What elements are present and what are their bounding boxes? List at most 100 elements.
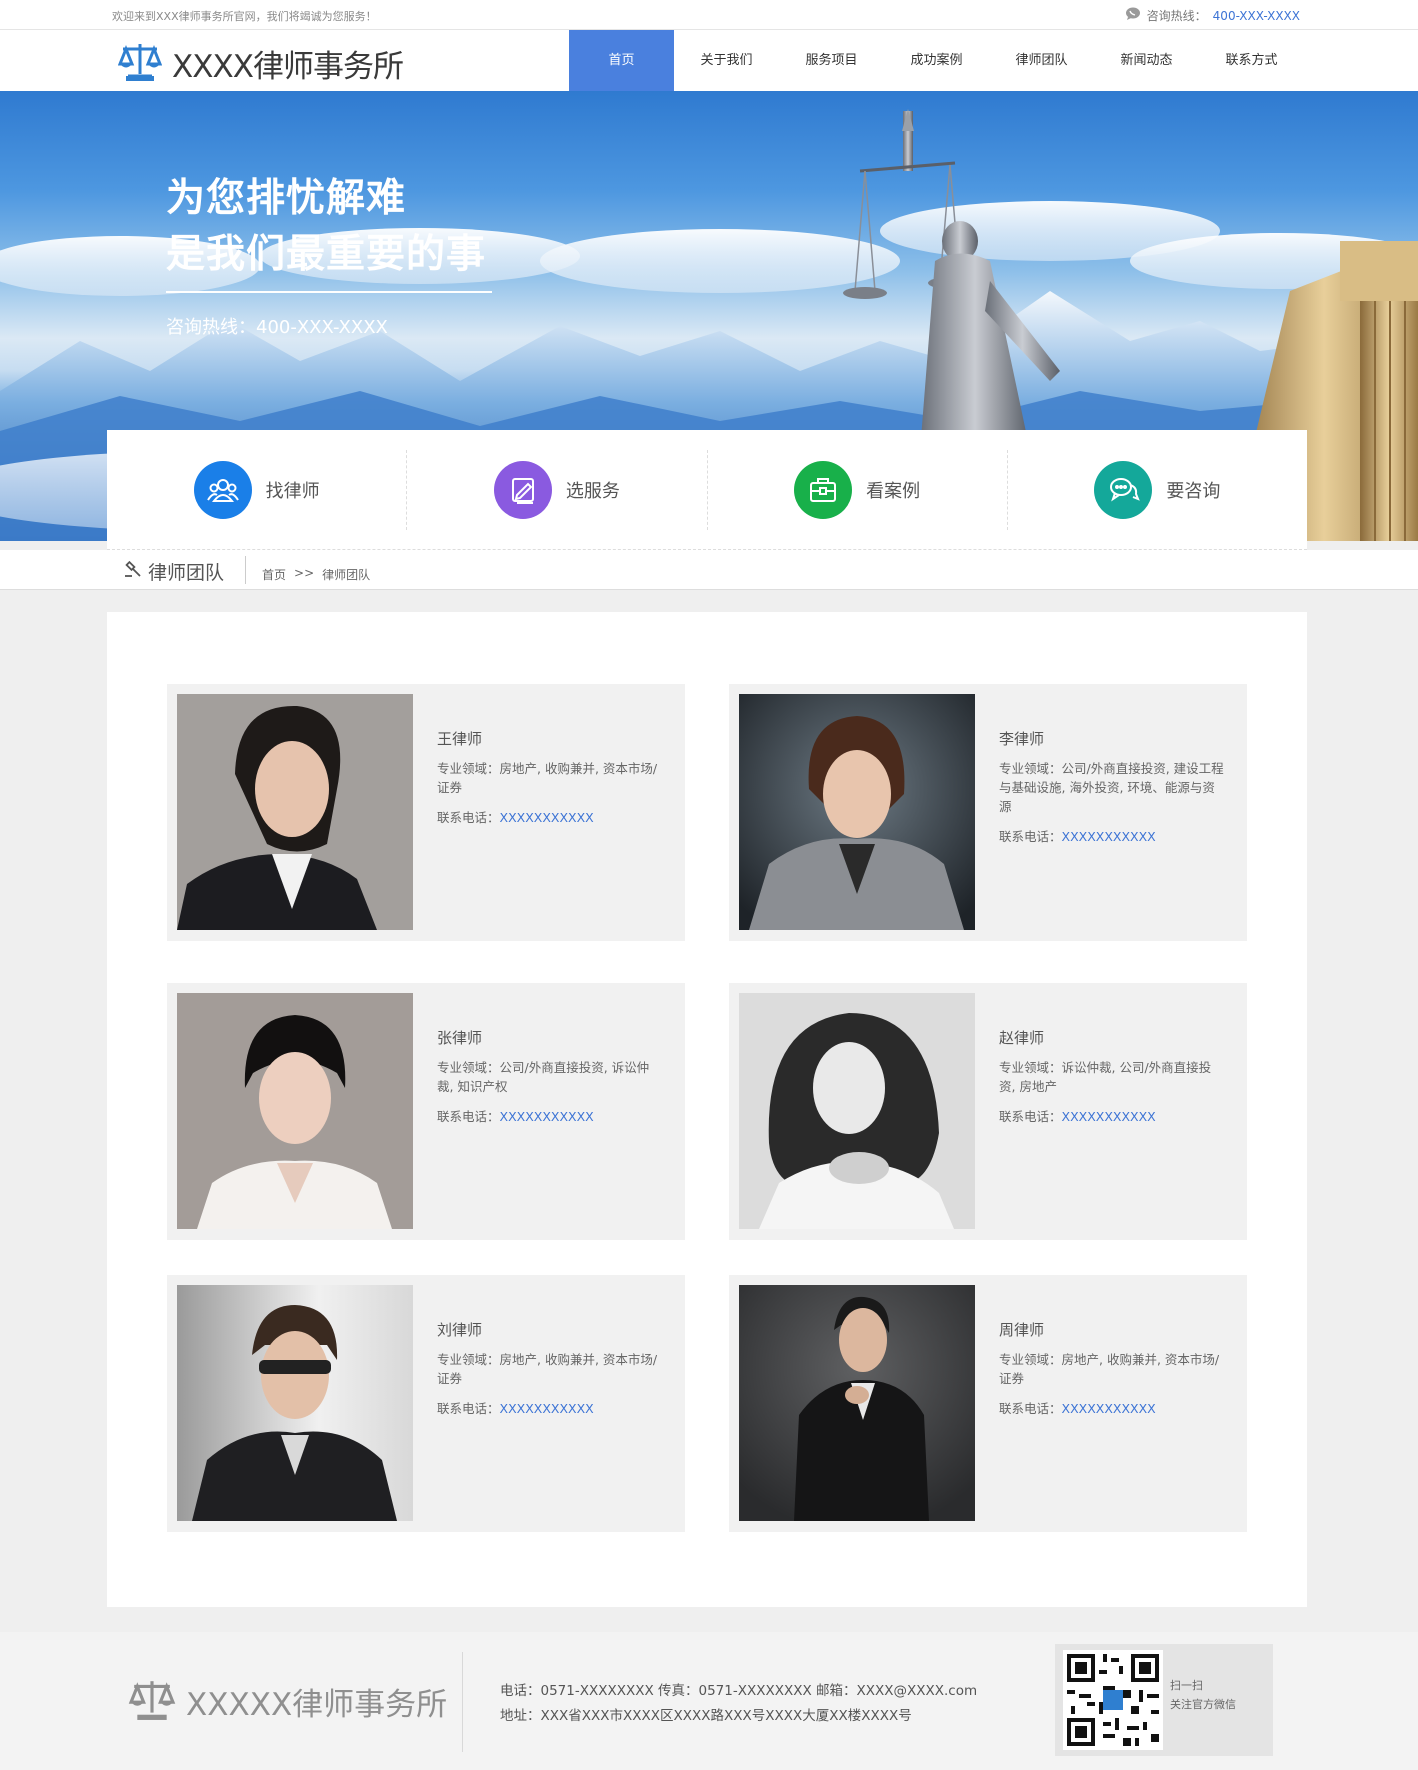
lawyer-info: 王律师 专业领域：房地产, 收购兼并, 资本市场/证券 联系电话：XXXXXXX… xyxy=(437,728,665,826)
header: XXXX律师事务所 首页 关于我们 服务项目 成功案例 律师团队 新闻动态 联系… xyxy=(0,30,1418,91)
nav-about[interactable]: 关于我们 xyxy=(674,30,779,91)
scales-icon xyxy=(117,40,163,86)
footer-divider xyxy=(462,1652,463,1752)
logo-text: XXXX律师事务所 xyxy=(172,48,404,85)
users-icon xyxy=(193,460,252,519)
quick-choose-service[interactable]: 选服务 xyxy=(407,449,708,530)
lawyer-name: 赵律师 xyxy=(999,1029,1045,1047)
quick-consult[interactable]: 要咨询 xyxy=(1008,450,1307,530)
footer-contact: 电话：0571-XXXXXXXX 传真：0571-XXXXXXXX 邮箱：XXX… xyxy=(500,1679,977,1729)
footer-address: 地址：XXX省XXX市XXXX区XXXX路XXX号XXXX大厦XX楼XXXX号 xyxy=(500,1708,912,1724)
nav-contact[interactable]: 联系方式 xyxy=(1199,30,1304,91)
nav-cases[interactable]: 成功案例 xyxy=(884,30,989,91)
lawyer-photo[interactable] xyxy=(177,1285,413,1521)
footer-contact-line: 电话：0571-XXXXXXXX 传真：0571-XXXXXXXX 邮箱：XXX… xyxy=(500,1683,978,1699)
section-title-text: 律师团队 xyxy=(148,562,225,584)
nav-news[interactable]: 新闻动态 xyxy=(1094,30,1199,91)
phone-label: 联系电话： xyxy=(999,1401,1062,1416)
crumb-separator: >> xyxy=(294,566,315,580)
lawyer-phone: 联系电话：XXXXXXXXXXX xyxy=(999,826,1227,845)
lawyer-phone: 联系电话：XXXXXXXXXXX xyxy=(437,1398,665,1417)
crumb-divider xyxy=(245,556,246,584)
lawyer-card[interactable]: 周律师 专业领域：房地产, 收购兼并, 资本市场/证券 联系电话：XXXXXXX… xyxy=(729,1275,1247,1532)
lawyer-name: 王律师 xyxy=(437,730,483,748)
quick-label: 看案例 xyxy=(866,480,921,502)
qr-line1: 扫一扫 xyxy=(1170,1679,1203,1692)
quick-label: 要咨询 xyxy=(1166,480,1221,502)
lawyer-phone: 联系电话：XXXXXXXXXXX xyxy=(437,1106,665,1125)
lawyer-specialty: 专业领域：诉讼仲裁, 公司/外商直接投资, 房地产 xyxy=(999,1060,1212,1094)
nav-team[interactable]: 律师团队 xyxy=(989,30,1094,91)
phone-value[interactable]: XXXXXXXXXXX xyxy=(500,1109,594,1124)
banner-slogan-line1: 为您排忧解难 xyxy=(166,176,407,221)
lawyer-card[interactable]: 赵律师 专业领域：诉讼仲裁, 公司/外商直接投资, 房地产 联系电话：XXXXX… xyxy=(729,983,1247,1240)
hotline-number: 400-XXX-XXXX xyxy=(1212,8,1300,23)
footer: XXXXX律师事务所 电话：0571-XXXXXXXX 传真：0571-XXXX… xyxy=(0,1632,1418,1770)
phone-value[interactable]: XXXXXXXXXXX xyxy=(1062,1401,1156,1416)
banner-slogan-line2: 是我们最重要的事 xyxy=(166,232,487,277)
phone-label: 联系电话： xyxy=(437,1109,500,1124)
phone-bubble-icon xyxy=(1125,7,1141,24)
phone-value[interactable]: XXXXXXXXXXX xyxy=(500,1401,594,1416)
gavel-icon xyxy=(124,560,142,583)
nav-home[interactable]: 首页 xyxy=(569,30,674,91)
quick-label: 找律师 xyxy=(265,480,320,502)
phone-label: 联系电话： xyxy=(437,1401,500,1416)
lawyer-phone: 联系电话：XXXXXXXXXXX xyxy=(437,807,665,826)
banner-hotline: 咨询热线：400-XXX-XXXX xyxy=(166,317,388,338)
edit-document-icon xyxy=(493,460,552,519)
lawyer-specialty: 专业领域：房地产, 收购兼并, 资本市场/证券 xyxy=(437,761,658,795)
phone-label: 联系电话： xyxy=(999,1109,1062,1124)
lawyer-card[interactable]: 刘律师 专业领域：房地产, 收购兼并, 资本市场/证券 联系电话：XXXXXXX… xyxy=(167,1275,685,1532)
lawyer-photo[interactable] xyxy=(177,694,413,930)
scales-icon xyxy=(128,1677,176,1725)
lawyer-specialty: 专业领域：房地产, 收购兼并, 资本市场/证券 xyxy=(437,1352,658,1386)
lawyer-card[interactable]: 李律师 专业领域：公司/外商直接投资, 建设工程与基础设施, 海外投资, 环境、… xyxy=(729,684,1247,941)
quick-find-lawyer[interactable]: 找律师 xyxy=(107,449,408,530)
welcome-text: 欢迎来到XXX律师事务所官网，我们将竭诚为您服务！ xyxy=(112,10,377,23)
top-hotline: 咨询热线： 400-XXX-XXXX xyxy=(1125,7,1300,24)
quick-label: 选服务 xyxy=(565,480,620,502)
lawyer-card[interactable]: 张律师 专业领域：公司/外商直接投资, 诉讼仲裁, 知识产权 联系电话：XXXX… xyxy=(167,983,685,1240)
breadcrumb-bar: 律师团队 首页 >> 律师团队 xyxy=(0,550,1418,590)
banner-divider xyxy=(166,291,492,293)
lawyer-name: 刘律师 xyxy=(437,1321,483,1339)
phone-value[interactable]: XXXXXXXXXXX xyxy=(1062,829,1156,844)
lawyer-photo[interactable] xyxy=(739,993,975,1229)
lawyer-info: 张律师 专业领域：公司/外商直接投资, 诉讼仲裁, 知识产权 联系电话：XXXX… xyxy=(437,1027,665,1125)
crumb-home[interactable]: 首页 xyxy=(262,566,286,583)
chat-icon xyxy=(1094,460,1153,519)
lawyer-name: 李律师 xyxy=(999,730,1045,748)
lawyer-photo[interactable] xyxy=(739,1285,975,1521)
lawyer-photo[interactable] xyxy=(739,694,975,930)
lawyer-specialty: 专业领域：公司/外商直接投资, 建设工程与基础设施, 海外投资, 环境、能源与资… xyxy=(999,761,1224,814)
main-nav: 首页 关于我们 服务项目 成功案例 律师团队 新闻动态 联系方式 xyxy=(569,30,1304,91)
phone-value[interactable]: XXXXXXXXXXX xyxy=(500,810,594,825)
section-title: 律师团队 xyxy=(124,558,224,585)
top-bar: 欢迎来到XXX律师事务所官网，我们将竭诚为您服务！ 咨询热线： 400-XXX-… xyxy=(0,0,1418,30)
quick-links: 找律师 选服务 看案例 要咨询 xyxy=(107,430,1307,550)
lawyer-info: 赵律师 专业领域：诉讼仲裁, 公司/外商直接投资, 房地产 联系电话：XXXXX… xyxy=(999,1027,1227,1125)
phone-value[interactable]: XXXXXXXXXXX xyxy=(1062,1109,1156,1124)
lawyer-phone: 联系电话：XXXXXXXXXXX xyxy=(999,1106,1227,1125)
lawyer-name: 周律师 xyxy=(999,1321,1045,1339)
site-logo[interactable]: XXXX律师事务所 xyxy=(117,40,404,86)
phone-label: 联系电话： xyxy=(437,810,500,825)
quick-view-cases[interactable]: 看案例 xyxy=(708,449,1008,530)
lawyer-specialty: 专业领域：房地产, 收购兼并, 资本市场/证券 xyxy=(999,1352,1220,1386)
lawyer-photo[interactable] xyxy=(177,993,413,1229)
crumb-current[interactable]: 律师团队 xyxy=(322,566,370,583)
hotline-label: 咨询热线： xyxy=(1146,9,1207,23)
qr-caption: 扫一扫 关注官方微信 xyxy=(1170,1676,1236,1714)
lawyer-info: 刘律师 专业领域：房地产, 收购兼并, 资本市场/证券 联系电话：XXXXXXX… xyxy=(437,1319,665,1417)
phone-label: 联系电话： xyxy=(999,829,1062,844)
footer-logo-text: XXXXX律师事务所 xyxy=(186,1686,448,1723)
lawyer-name: 张律师 xyxy=(437,1029,483,1047)
qr-code-icon[interactable] xyxy=(1063,1650,1163,1750)
lawyer-specialty: 专业领域：公司/外商直接投资, 诉讼仲裁, 知识产权 xyxy=(437,1060,650,1094)
briefcase-icon xyxy=(794,460,853,519)
lawyer-info: 李律师 专业领域：公司/外商直接投资, 建设工程与基础设施, 海外投资, 环境、… xyxy=(999,728,1227,845)
nav-services[interactable]: 服务项目 xyxy=(779,30,884,91)
footer-logo[interactable]: XXXXX律师事务所 xyxy=(128,1677,447,1725)
lawyer-card[interactable]: 王律师 专业领域：房地产, 收购兼并, 资本市场/证券 联系电话：XXXXXXX… xyxy=(167,684,685,941)
